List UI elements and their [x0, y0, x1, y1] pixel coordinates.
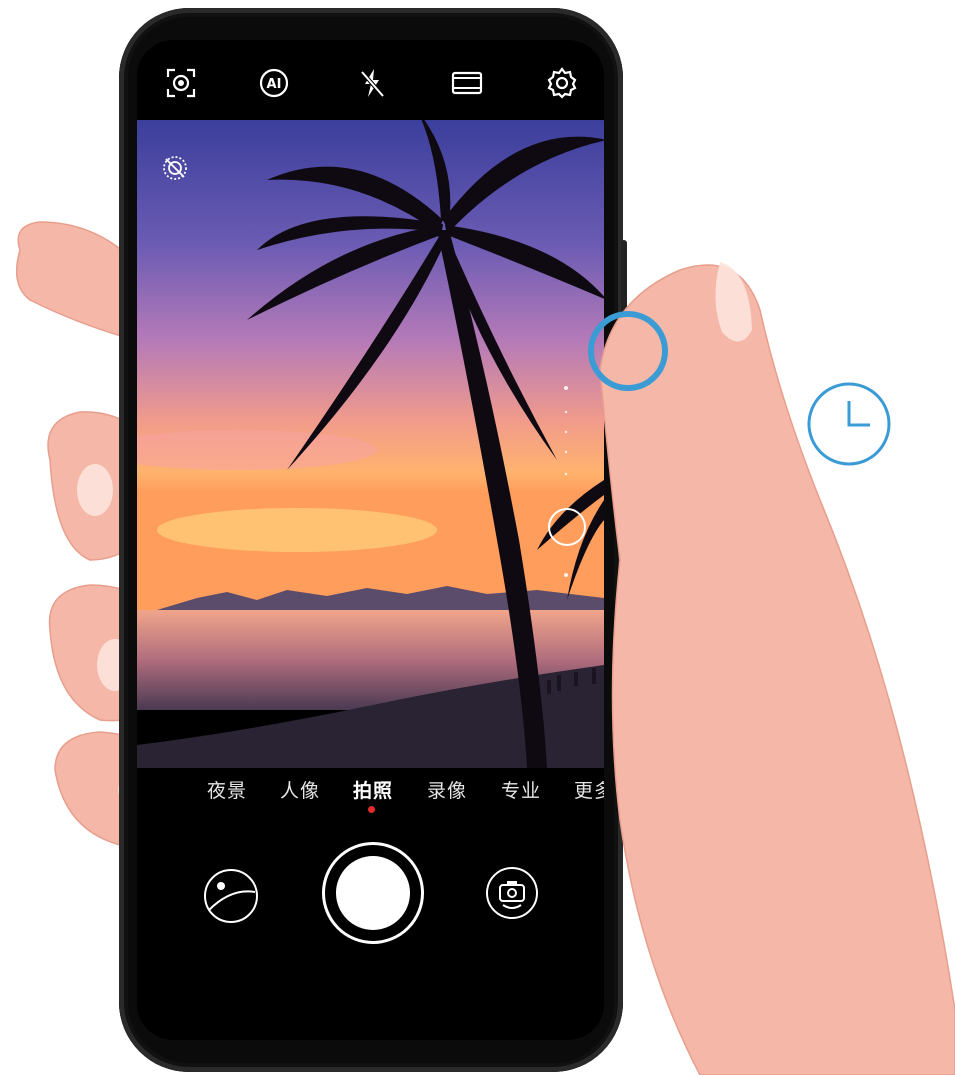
clock-icon [807, 382, 891, 466]
right-hand [588, 262, 955, 1075]
